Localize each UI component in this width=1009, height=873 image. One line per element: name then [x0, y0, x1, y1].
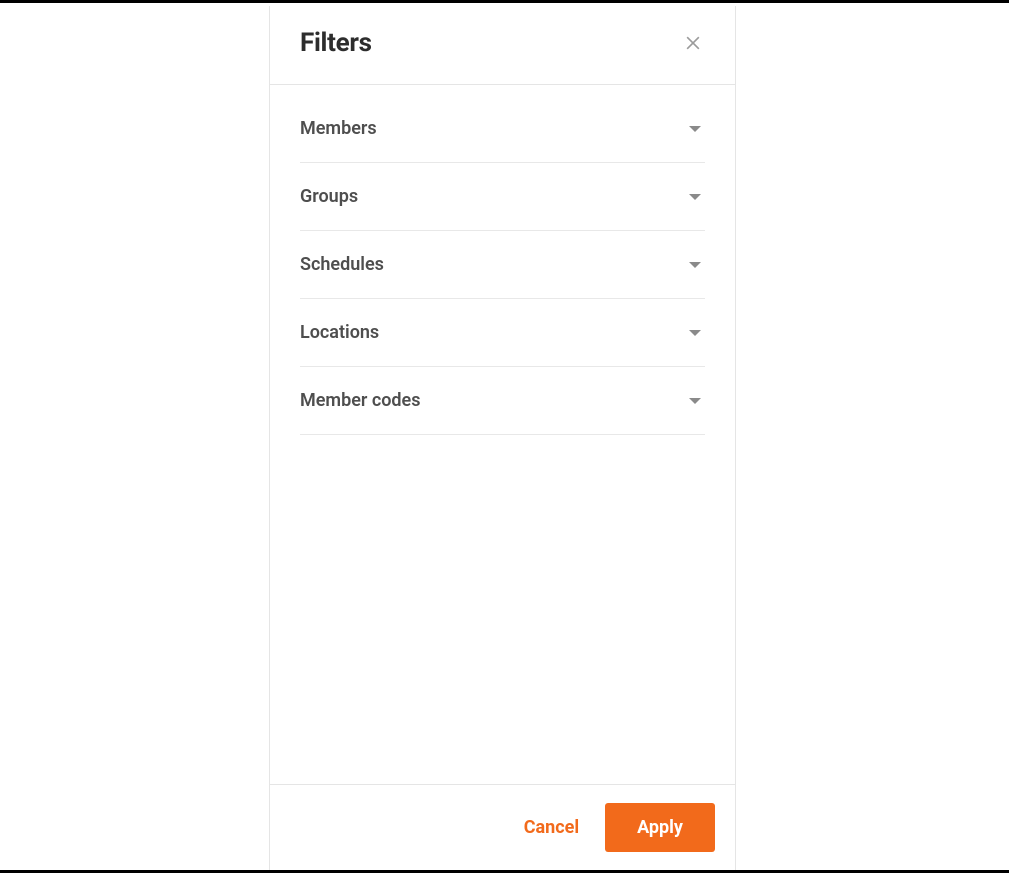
filter-label: Member codes — [300, 390, 420, 411]
filter-label: Locations — [300, 322, 379, 343]
caret-down-icon — [689, 194, 701, 200]
filters-panel: Filters Members Groups Schedules Locatio… — [269, 6, 736, 870]
filter-section-groups[interactable]: Groups — [300, 163, 705, 231]
filter-label: Members — [300, 118, 377, 139]
cancel-button[interactable]: Cancel — [520, 805, 583, 850]
close-button[interactable] — [681, 31, 705, 55]
panel-body: Members Groups Schedules Locations Membe… — [270, 85, 735, 784]
filter-label: Groups — [300, 186, 358, 207]
filter-section-schedules[interactable]: Schedules — [300, 231, 705, 299]
panel-header: Filters — [270, 6, 735, 85]
caret-down-icon — [689, 126, 701, 132]
close-icon — [683, 33, 703, 53]
caret-down-icon — [689, 398, 701, 404]
filter-section-locations[interactable]: Locations — [300, 299, 705, 367]
panel-title: Filters — [300, 28, 372, 58]
apply-button[interactable]: Apply — [605, 803, 715, 852]
filter-section-members[interactable]: Members — [300, 95, 705, 163]
filter-section-member-codes[interactable]: Member codes — [300, 367, 705, 435]
filter-label: Schedules — [300, 254, 384, 275]
caret-down-icon — [689, 262, 701, 268]
panel-footer: Cancel Apply — [270, 784, 735, 870]
caret-down-icon — [689, 330, 701, 336]
